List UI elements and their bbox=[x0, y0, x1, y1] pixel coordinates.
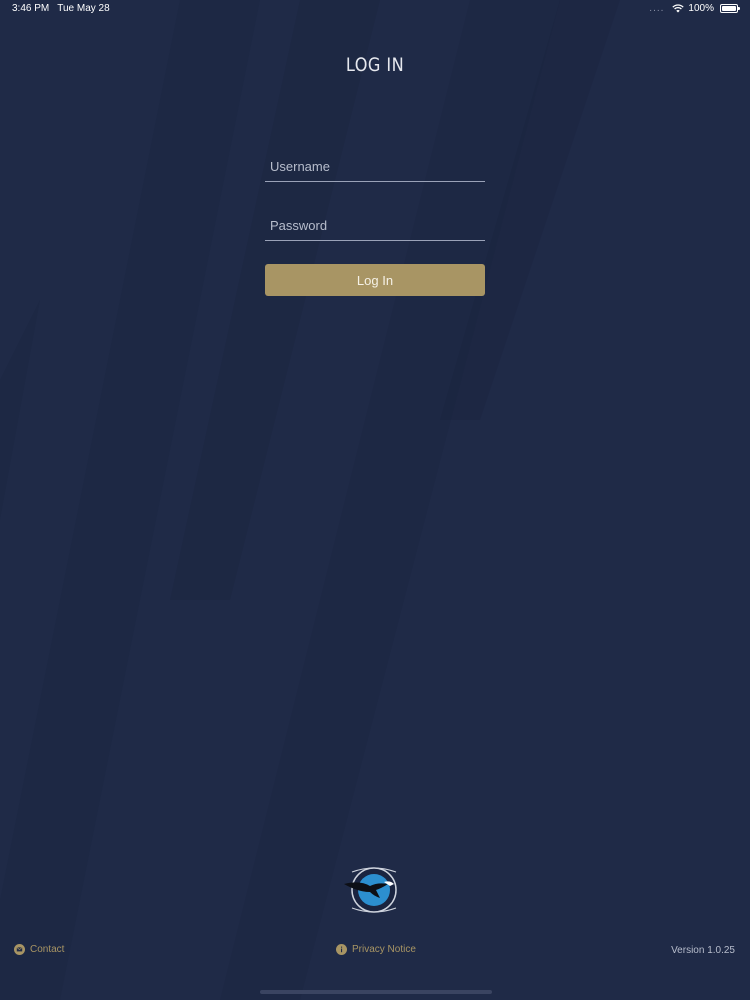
login-button[interactable]: Log In bbox=[265, 264, 485, 296]
eagle-logo bbox=[344, 867, 397, 913]
status-left: 3:46 PM Tue May 28 bbox=[12, 3, 110, 14]
privacy-notice-link[interactable]: Privacy Notice bbox=[336, 944, 416, 955]
battery-icon bbox=[720, 4, 740, 13]
info-icon bbox=[336, 944, 347, 955]
mail-icon bbox=[14, 944, 25, 955]
privacy-label: Privacy Notice bbox=[352, 944, 416, 955]
footer: Contact Privacy Notice Version 1.0.25 bbox=[0, 942, 750, 960]
password-input[interactable] bbox=[265, 210, 485, 240]
contact-link[interactable]: Contact bbox=[14, 944, 64, 955]
username-field bbox=[265, 151, 485, 182]
wifi-icon bbox=[672, 4, 685, 13]
contact-label: Contact bbox=[30, 944, 65, 955]
password-field bbox=[265, 210, 485, 241]
status-right: .... 100% bbox=[649, 3, 740, 14]
page-title: LOG IN bbox=[345, 54, 405, 76]
username-input[interactable] bbox=[265, 151, 485, 181]
version-label: Version 1.0.25 bbox=[671, 945, 735, 956]
status-bar: 3:46 PM Tue May 28 .... 100% bbox=[0, 0, 750, 18]
signal-indicator: .... bbox=[649, 3, 665, 14]
status-time: 3:46 PM bbox=[12, 3, 50, 14]
home-indicator bbox=[260, 990, 492, 994]
status-date: Tue May 28 bbox=[57, 3, 110, 14]
background-streaks bbox=[0, 0, 620, 1000]
battery-percent: 100% bbox=[688, 3, 714, 14]
